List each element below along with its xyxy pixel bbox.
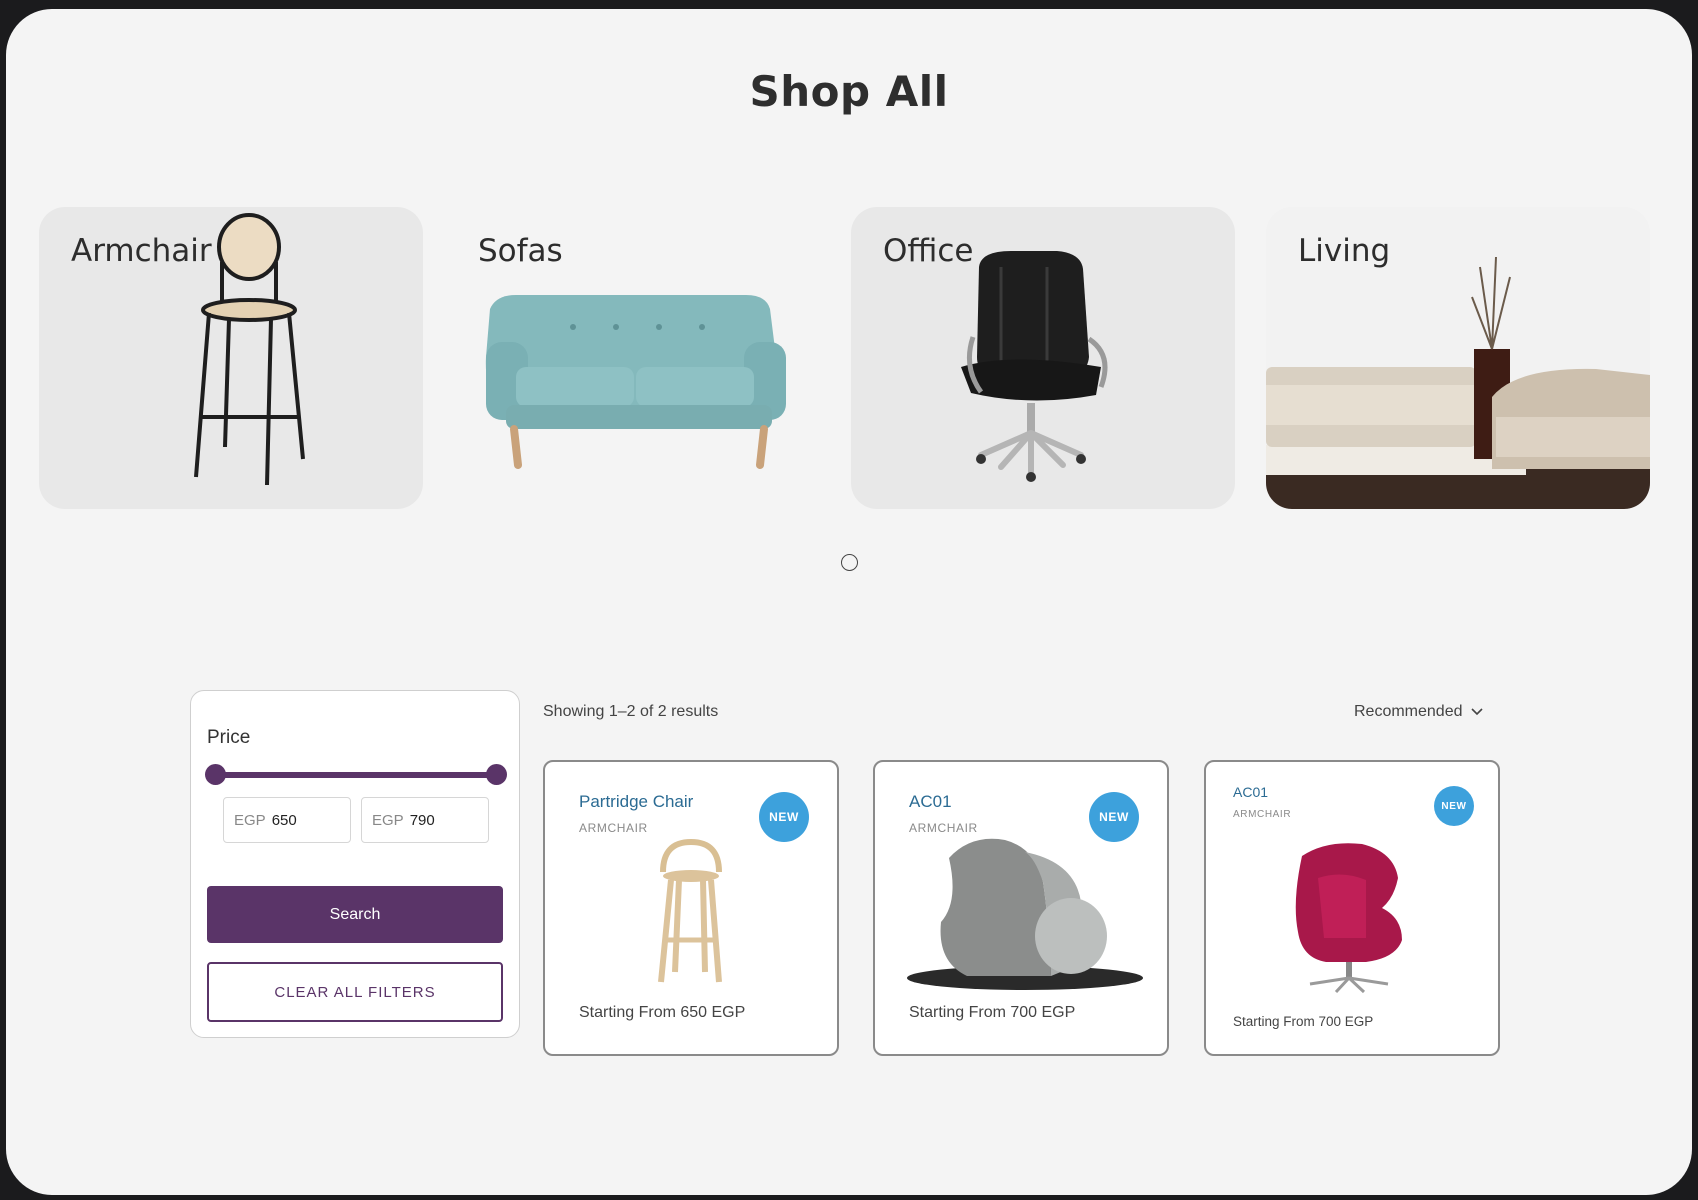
max-price-input[interactable]: EGP 790 xyxy=(361,797,489,843)
product-name[interactable]: AC01 xyxy=(909,792,952,812)
category-label: Armchair xyxy=(71,233,212,269)
sort-label: Recommended xyxy=(1354,703,1463,720)
category-card-office[interactable]: Office xyxy=(851,207,1235,509)
new-badge: NEW xyxy=(1089,792,1139,842)
app-window: Shop All Armchair Sofas Office Living Pr… xyxy=(6,9,1692,1195)
product-category: ARMCHAIR xyxy=(1233,809,1292,820)
category-label: Office xyxy=(883,233,974,269)
category-card-sofas[interactable]: Sofas xyxy=(446,207,830,509)
search-button[interactable]: Search xyxy=(207,886,503,943)
price-filter-panel: Price EGP 650 EGP 790 Search CLEAR ALL F… xyxy=(190,690,520,1038)
product-category: ARMCHAIR xyxy=(579,821,648,835)
product-card[interactable]: Partridge Chair ARMCHAIR NEW Starting Fr… xyxy=(543,760,839,1056)
category-label: Living xyxy=(1298,233,1391,269)
page-title: Shop All xyxy=(749,67,949,116)
product-category: ARMCHAIR xyxy=(909,821,978,835)
carousel-dot-icon[interactable] xyxy=(841,554,858,571)
min-price-input[interactable]: EGP 650 xyxy=(223,797,351,843)
chevron-down-icon xyxy=(1470,708,1483,716)
product-card[interactable]: AC01 ARMCHAIR NEW Starting From 700 EGP xyxy=(1204,760,1500,1056)
results-summary: Showing 1–2 of 2 results xyxy=(543,703,719,720)
price-slider-max-handle[interactable] xyxy=(486,764,507,785)
category-card-armchair[interactable]: Armchair xyxy=(39,207,423,509)
new-badge: NEW xyxy=(759,792,809,842)
product-name[interactable]: AC01 xyxy=(1233,784,1268,800)
category-card-living[interactable]: Living xyxy=(1266,207,1650,509)
currency-label: EGP xyxy=(372,811,404,829)
clear-filters-button[interactable]: CLEAR ALL FILTERS xyxy=(207,962,503,1022)
product-price: Starting From 700 EGP xyxy=(1233,1014,1374,1029)
product-card[interactable]: AC01 ARMCHAIR NEW Starting From 700 EGP xyxy=(873,760,1169,1056)
category-label: Sofas xyxy=(478,233,563,269)
new-badge: NEW xyxy=(1434,786,1474,826)
min-price-value: 650 xyxy=(271,811,297,829)
currency-label: EGP xyxy=(234,811,266,829)
sort-dropdown[interactable]: Recommended xyxy=(1354,703,1483,721)
price-slider-min-handle[interactable] xyxy=(205,764,226,785)
product-name[interactable]: Partridge Chair xyxy=(579,792,693,812)
product-price: Starting From 650 EGP xyxy=(579,1004,746,1021)
max-price-value: 790 xyxy=(409,811,435,829)
price-slider-track[interactable] xyxy=(215,772,497,778)
price-filter-title: Price xyxy=(207,727,251,748)
product-price: Starting From 700 EGP xyxy=(909,1004,1076,1021)
